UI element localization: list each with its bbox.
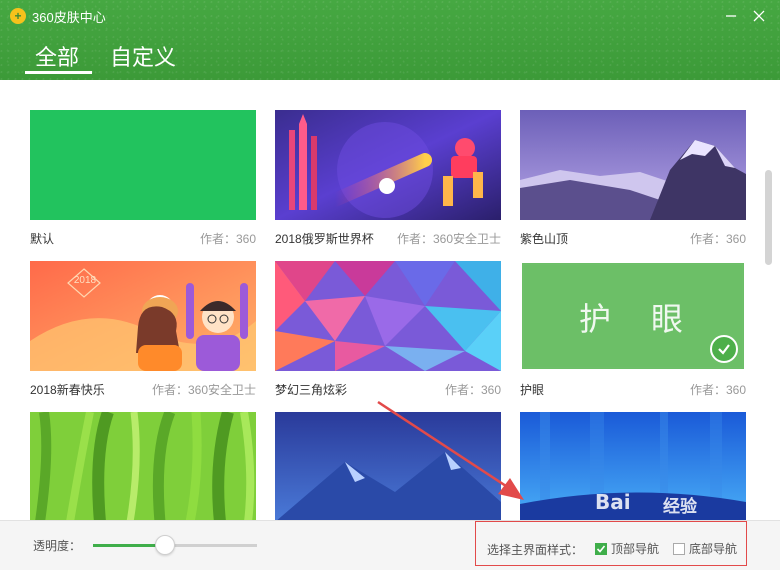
skin-card-blue-mountain[interactable] (275, 412, 501, 520)
skin-name: 梦幻三角炫彩 (275, 383, 348, 397)
skin-author: 作者：360 (689, 383, 746, 397)
watermark-brand: Bai (595, 490, 631, 514)
skin-name: 2018俄罗斯世界杯 (275, 232, 374, 246)
bottom-nav-label: 底部导航 (689, 542, 738, 556)
opacity-slider-handle[interactable] (155, 535, 175, 555)
checkbox-icon[interactable] (595, 542, 607, 555)
year-badge: 2018 (73, 275, 97, 286)
minimize-icon (726, 15, 736, 17)
watermark-suffix: 经验 (663, 497, 697, 517)
skin-thumbnail (30, 412, 256, 520)
close-icon (753, 10, 765, 22)
skin-name: 默认 (30, 232, 55, 246)
skin-thumbnail: 2018 (30, 261, 256, 371)
checkbox-icon[interactable] (673, 542, 685, 555)
scrollbar[interactable] (765, 170, 772, 265)
opacity-label: 透明度： (33, 539, 82, 553)
skin-author: 作者：360 (444, 383, 501, 397)
skin-author: 作者：360安全卫士 (151, 383, 256, 397)
title-bar: + 360皮肤中心 全部 自定义 (0, 0, 780, 80)
active-tab-indicator (25, 71, 92, 74)
skin-name: 紫色山顶 (520, 232, 569, 246)
thumb-text: 护 眼 (578, 301, 687, 337)
layout-style-label: 选择主界面样式： (487, 543, 584, 557)
skin-author: 作者：360 (199, 232, 256, 246)
top-nav-option[interactable]: 顶部导航 (595, 540, 659, 557)
skin-card-worldcup[interactable]: 2018俄罗斯世界杯 作者：360安全卫士 (275, 110, 501, 250)
skin-card-eye-care[interactable]: 护 眼 护眼 作者：360 (520, 261, 746, 401)
baidu-watermark: Bai 经验 (595, 490, 725, 530)
skin-card-purple-peak[interactable]: 紫色山顶 作者：360 (520, 110, 746, 250)
app-title: 360皮肤中心 (32, 10, 106, 25)
skin-card-grass[interactable] (30, 412, 256, 520)
tab-all[interactable]: 全部 (35, 40, 79, 72)
skin-grid: 默认 作者：360 2018俄罗斯世界杯 作者：360安全卫士 紫色山顶 作者：… (0, 80, 780, 520)
skin-thumbnail (520, 110, 746, 220)
skin-author: 作者：360安全卫士 (396, 232, 501, 246)
skin-thumbnail: 护 眼 (520, 261, 746, 371)
skin-author: 作者：360 (689, 232, 746, 246)
minimize-button[interactable] (720, 5, 742, 27)
skin-card-new-year[interactable]: 2018 2018新春快乐 作者：360安全卫士 (30, 261, 256, 401)
opacity-slider[interactable] (93, 535, 257, 555)
skin-card-default[interactable]: 默认 作者：360 (30, 110, 256, 250)
skin-thumbnail (275, 110, 501, 220)
check-icon (718, 344, 730, 355)
tab-custom[interactable]: 自定义 (110, 40, 176, 72)
app-logo-icon: + (10, 8, 26, 24)
bottom-nav-option[interactable]: 底部导航 (673, 540, 737, 557)
skin-card-dream-triangle[interactable]: 梦幻三角炫彩 作者：360 (275, 261, 501, 401)
close-button[interactable] (748, 5, 770, 27)
skin-thumbnail (275, 261, 501, 371)
skin-thumbnail (275, 412, 501, 520)
top-nav-label: 顶部导航 (611, 542, 660, 556)
selected-check (710, 335, 738, 363)
skin-name: 护眼 (520, 383, 545, 397)
skin-thumbnail (30, 110, 256, 220)
skin-name: 2018新春快乐 (30, 383, 105, 397)
